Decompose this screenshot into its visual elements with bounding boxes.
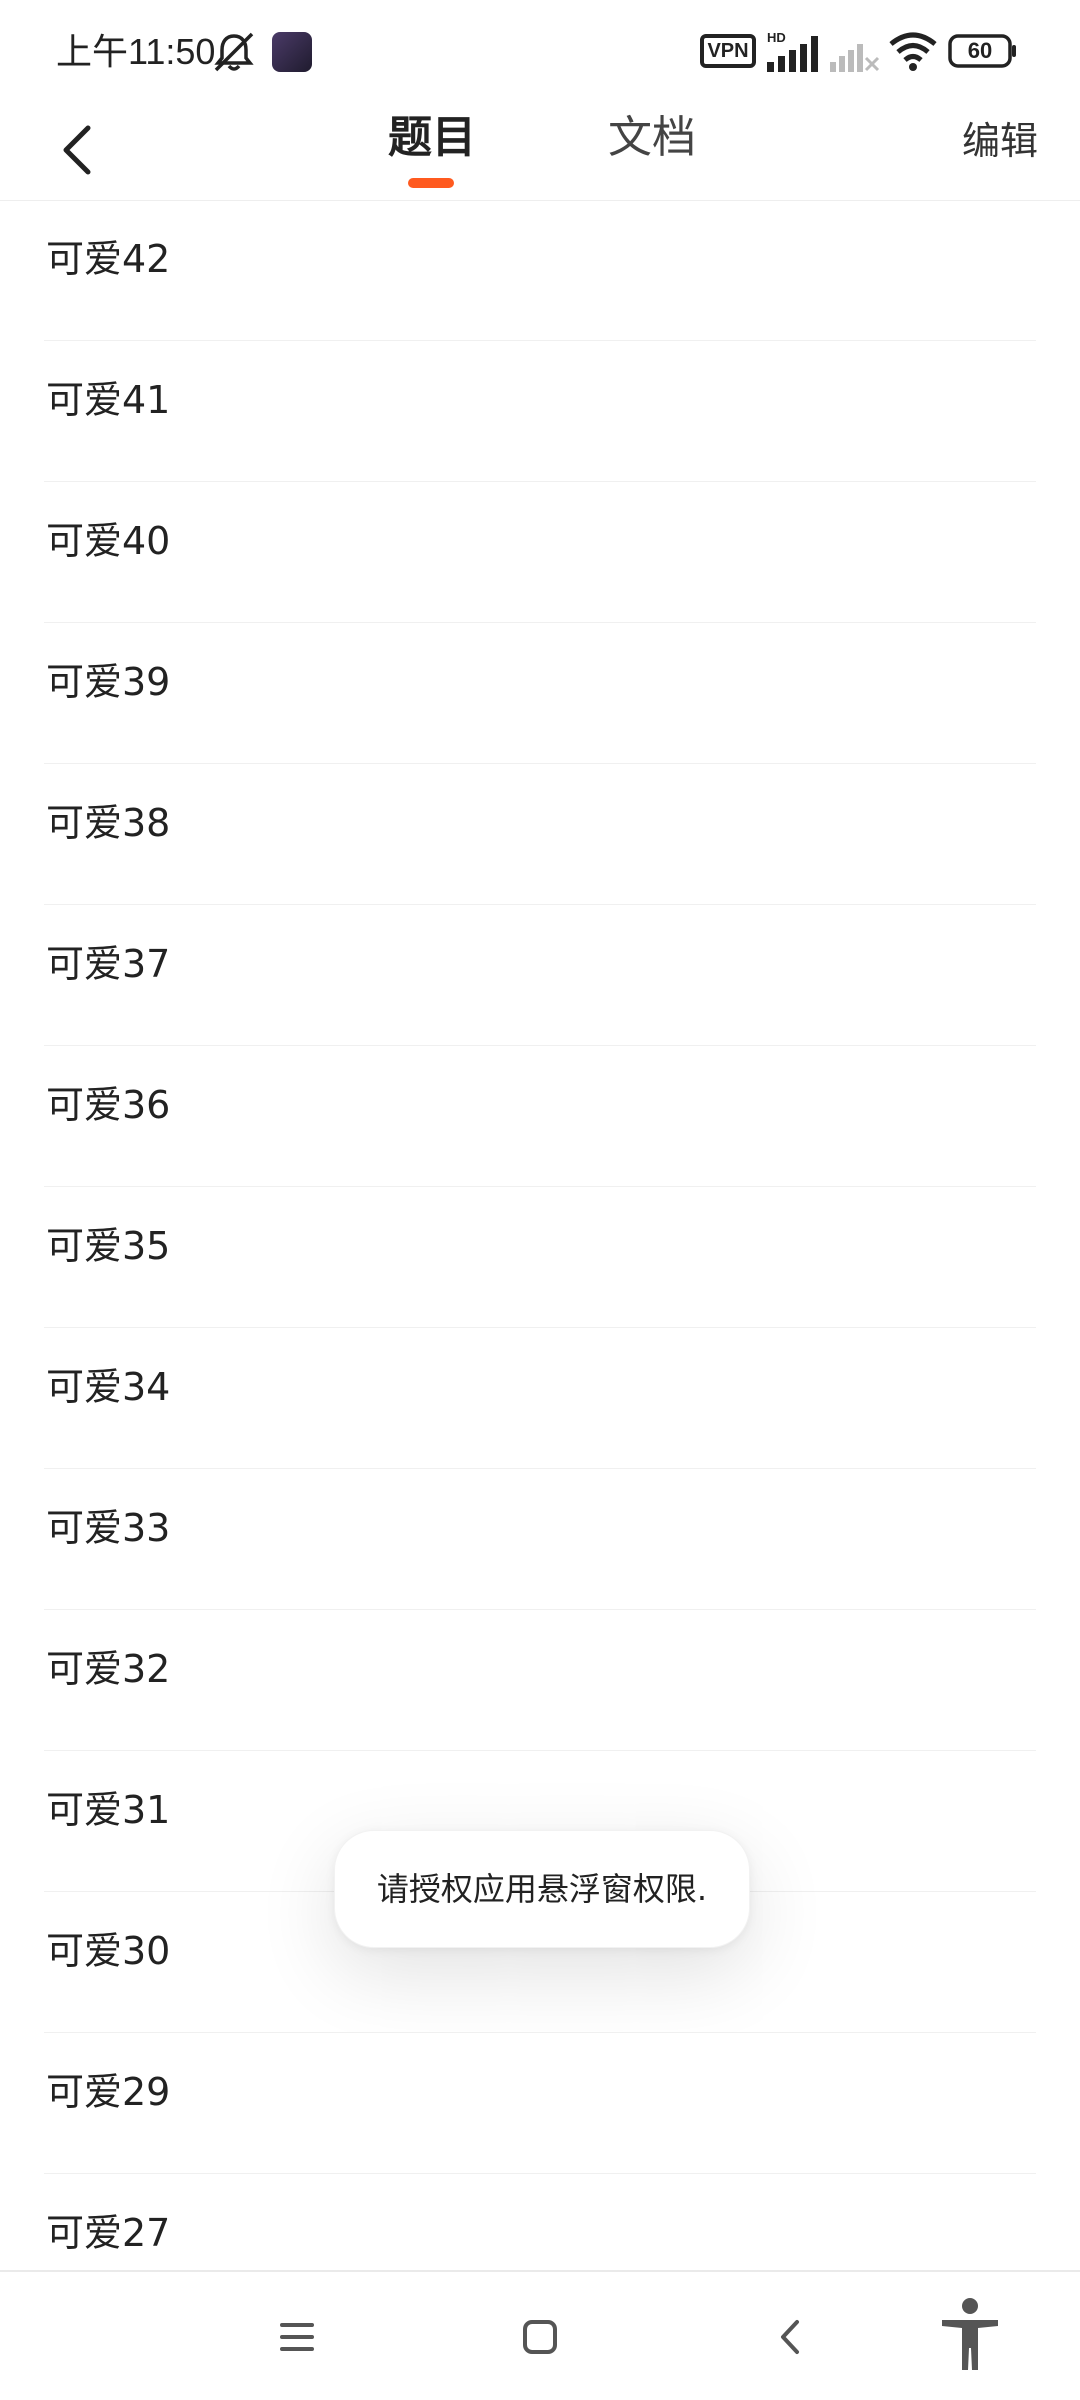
list-item-label: 可爱33 <box>46 1506 171 1550</box>
top-navigation: 题目 文档 编辑 <box>0 100 1080 201</box>
list-item-label: 可爱37 <box>46 942 171 986</box>
list-item[interactable]: 可爱34 <box>44 1328 1036 1469</box>
accessibility-icon[interactable] <box>932 2294 1008 2374</box>
status-bar: 上午11:50 VPN HD 60 <box>0 0 1080 100</box>
list-item[interactable]: 可爱38 <box>44 764 1036 905</box>
system-navigation-bar <box>0 2270 1080 2400</box>
list-item-label: 可爱38 <box>46 801 171 845</box>
question-list: 可爱42 可爱41 可爱40 可爱39 可爱38 可爱37 可爱36 可爱35 … <box>0 200 1080 2315</box>
battery-level: 60 <box>967 38 993 63</box>
list-item-label: 可爱42 <box>46 237 171 281</box>
list-item-label: 可爱29 <box>46 2070 171 2114</box>
list-item-label: 可爱34 <box>46 1365 171 1409</box>
list-item[interactable]: 可爱35 <box>44 1187 1036 1328</box>
active-tab-indicator <box>408 178 454 188</box>
edit-button[interactable]: 编辑 <box>962 116 1038 166</box>
tab-documents[interactable]: 文档 <box>608 108 696 168</box>
list-item[interactable]: 可爱39 <box>44 623 1036 764</box>
toast-text: 请授权应用悬浮窗权限. <box>376 1870 708 1908</box>
back-button[interactable] <box>50 110 110 190</box>
list-item-label: 可爱41 <box>46 378 171 422</box>
list-item-label: 可爱35 <box>46 1224 171 1268</box>
status-time: 上午11:50 <box>56 31 216 72</box>
wifi-icon <box>889 32 937 71</box>
toast-message: 请授权应用悬浮窗权限. <box>334 1830 750 1948</box>
list-item[interactable]: 可爱32 <box>44 1610 1036 1751</box>
app-thumbnail-icon <box>272 32 312 72</box>
list-item[interactable]: 可爱29 <box>44 2033 1036 2174</box>
list-item[interactable]: 可爱37 <box>44 905 1036 1046</box>
list-item[interactable]: 可爱33 <box>44 1469 1036 1610</box>
list-item[interactable]: 可爱41 <box>44 341 1036 482</box>
list-item-label: 可爱36 <box>46 1083 171 1127</box>
vpn-icon: VPN <box>700 34 756 68</box>
tab-questions[interactable]: 题目 <box>388 108 476 168</box>
list-item-label: 可爱40 <box>46 519 171 563</box>
bell-muted-icon <box>214 32 254 72</box>
home-icon[interactable] <box>505 2302 575 2372</box>
list-item-label: 可爱30 <box>46 1929 171 1973</box>
back-icon[interactable] <box>755 2302 825 2372</box>
menu-icon[interactable] <box>262 2302 332 2372</box>
list-item[interactable]: 可爱42 <box>44 200 1036 341</box>
list-item-label: 可爱32 <box>46 1647 171 1691</box>
svg-text:HD: HD <box>767 30 786 45</box>
signal-no-sim-icon <box>830 44 880 72</box>
list-item-label: 可爱31 <box>46 1788 171 1832</box>
signal-icon: HD <box>767 30 818 72</box>
list-item-label: 可爱39 <box>46 660 171 704</box>
list-item[interactable]: 可爱36 <box>44 1046 1036 1187</box>
list-item[interactable]: 可爱40 <box>44 482 1036 623</box>
